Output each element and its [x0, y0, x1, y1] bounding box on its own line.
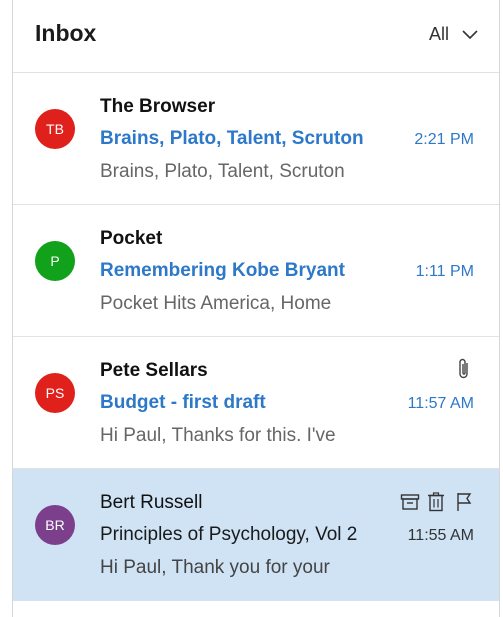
filter-dropdown[interactable]: All [429, 24, 479, 45]
message-time: 11:57 AM [407, 395, 474, 412]
sender-name: The Browser [100, 96, 216, 117]
sender-name: Pocket [100, 228, 163, 249]
avatar: TB [35, 109, 75, 149]
avatar: BR [35, 505, 75, 545]
message-subject: Budget - first draft [100, 392, 266, 413]
avatar-initials: P [50, 253, 60, 269]
chevron-down-icon [462, 29, 478, 39]
message-list-pane: Inbox All TB The Browser Brains, Plato, … [12, 0, 500, 617]
message-item-selected[interactable]: BR Bert Russell Principles of Psychology… [13, 469, 499, 601]
message-time: 1:11 PM [415, 263, 474, 280]
avatar-initials: BR [45, 517, 65, 533]
avatar: P [35, 241, 75, 281]
message-preview: Brains, Plato, Talent, Scruton [100, 161, 345, 182]
message-preview: Hi Paul, Thanks for this. I've [100, 425, 336, 446]
message-item[interactable]: P Pocket Remembering Kobe Bryant 1:11 PM… [13, 205, 499, 337]
message-subject: Principles of Psychology, Vol 2 [100, 524, 358, 545]
message-time: 11:55 AM [407, 527, 474, 544]
message-item[interactable]: PS Pete Sellars Budget - first draft 11:… [13, 337, 499, 469]
avatar: PS [35, 373, 75, 413]
sender-name: Pete Sellars [100, 360, 208, 381]
message-subject: Brains, Plato, Talent, Scruton [100, 128, 364, 149]
avatar-initials: PS [45, 385, 65, 401]
avatar-initials: TB [46, 121, 64, 137]
sender-name: Bert Russell [100, 492, 203, 513]
flag-icon[interactable] [453, 491, 475, 513]
message-preview: Hi Paul, Thank you for your [100, 557, 330, 578]
filter-label: All [428, 24, 449, 44]
archive-icon[interactable] [399, 491, 421, 513]
delete-icon[interactable] [425, 491, 447, 513]
folder-title: Inbox [35, 20, 97, 46]
inbox-header: Inbox All [13, 0, 499, 73]
message-time: 2:21 PM [414, 131, 474, 148]
paperclip-icon [459, 358, 468, 379]
message-preview: Pocket Hits America, Home [100, 293, 332, 314]
message-item[interactable]: TB The Browser Brains, Plato, Talent, Sc… [13, 73, 499, 205]
message-subject: Remembering Kobe Bryant [100, 260, 345, 281]
